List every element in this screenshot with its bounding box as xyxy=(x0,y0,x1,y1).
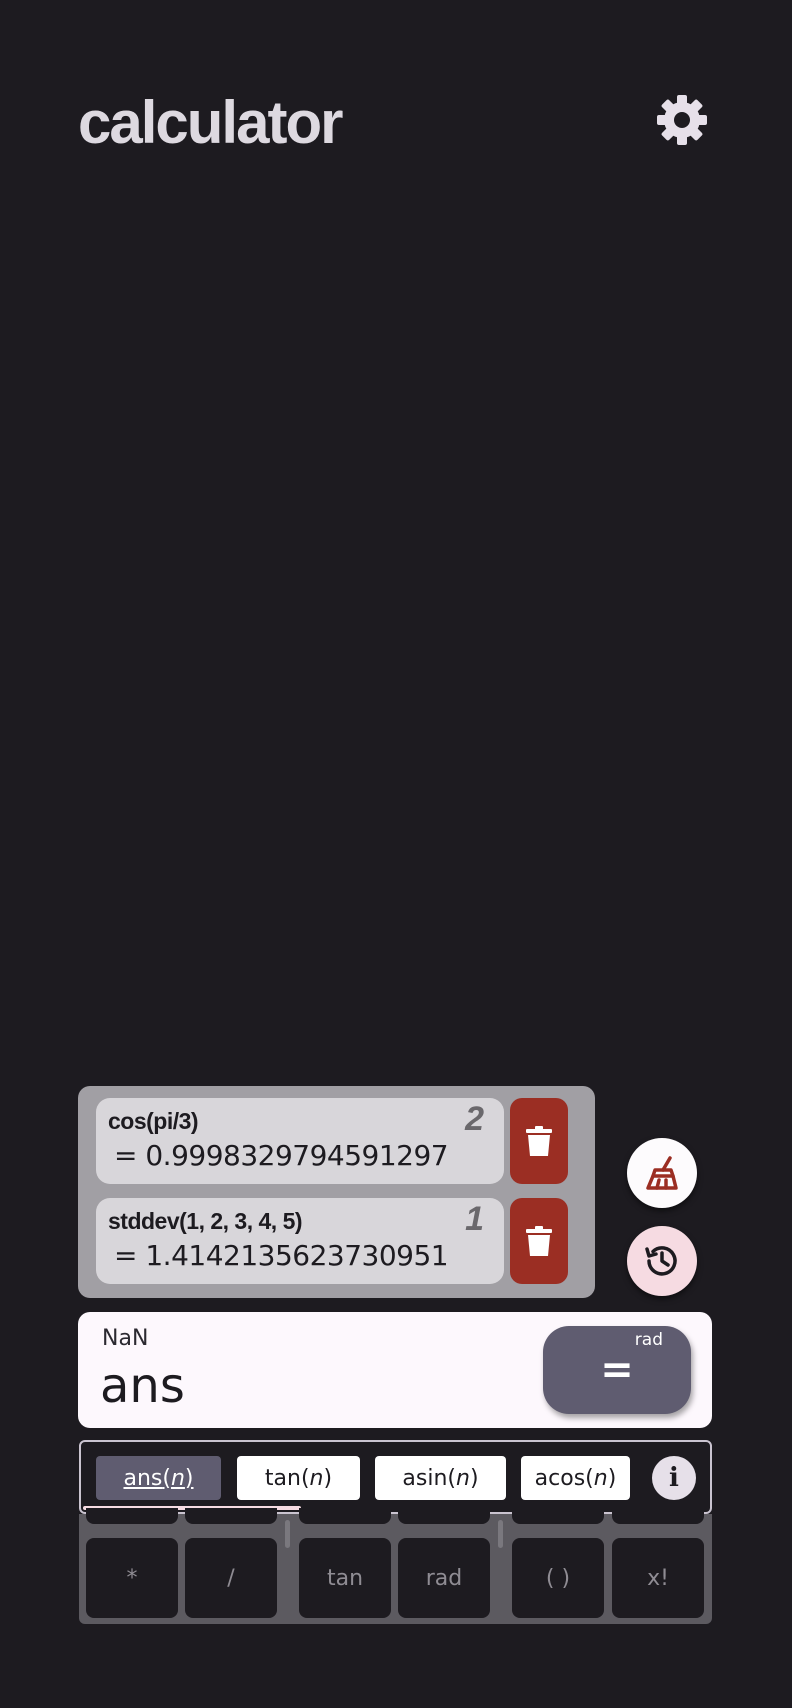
suggestion-arg: n xyxy=(170,1465,185,1491)
key-multiply[interactable]: * xyxy=(86,1538,178,1618)
suggestion-name: asin xyxy=(402,1465,448,1491)
key-rad[interactable]: rad xyxy=(398,1538,490,1618)
suggestion-name: ans xyxy=(123,1465,163,1491)
key-tan[interactable]: tan xyxy=(299,1538,391,1618)
keypad: * / tan rad ( ) x! xyxy=(79,1508,712,1624)
history-result: = 0.9998329794591297 xyxy=(114,1139,449,1172)
app-title: calculator xyxy=(78,89,343,156)
broom-icon xyxy=(646,1156,678,1190)
history-icon xyxy=(645,1246,677,1276)
info-icon: i xyxy=(669,1463,679,1493)
history-entry: stddev(1, 2, 3, 4, 5) = 1.41421356237309… xyxy=(96,1198,585,1284)
history-index: 1 xyxy=(465,1200,484,1238)
suggestion-arg: n xyxy=(456,1465,470,1491)
key-partial[interactable] xyxy=(512,1508,604,1524)
key-divide[interactable]: / xyxy=(185,1538,277,1618)
suggestion-arg: n xyxy=(309,1465,324,1491)
suggestion-chip-tan[interactable]: tan(n) xyxy=(237,1456,360,1500)
equals-button[interactable]: = rad xyxy=(543,1326,691,1414)
history-panel: cos(pi/3) = 0.9998329794591297 2 stddev(… xyxy=(78,1086,595,1298)
keypad-divider xyxy=(498,1520,503,1548)
key-parentheses[interactable]: ( ) xyxy=(512,1538,604,1618)
expression-input-card[interactable]: NaN ans = rad xyxy=(78,1312,712,1428)
history-expression: stddev(1, 2, 3, 4, 5) xyxy=(108,1208,303,1234)
clear-history-button[interactable] xyxy=(627,1138,697,1208)
trash-icon xyxy=(526,1126,552,1156)
angle-mode-indicator: rad xyxy=(634,1330,663,1350)
info-button[interactable]: i xyxy=(652,1456,696,1500)
suggestion-name: acos xyxy=(534,1465,586,1491)
delete-history-button[interactable] xyxy=(510,1198,568,1284)
gear-icon xyxy=(657,95,707,145)
key-partial[interactable] xyxy=(86,1508,178,1524)
function-suggestions: ans(n) tan(n) asin(n) acos(n) i xyxy=(79,1440,712,1514)
trash-icon xyxy=(526,1226,552,1256)
keypad-divider xyxy=(285,1520,290,1548)
history-button[interactable] xyxy=(627,1226,697,1296)
suggestion-chip-acos[interactable]: acos(n) xyxy=(521,1456,630,1500)
key-partial[interactable] xyxy=(612,1508,704,1524)
history-entry: cos(pi/3) = 0.9998329794591297 2 xyxy=(96,1098,585,1184)
settings-button[interactable] xyxy=(654,92,710,148)
result-preview: NaN xyxy=(102,1326,149,1351)
key-partial[interactable] xyxy=(398,1508,490,1524)
expression-input[interactable]: ans xyxy=(100,1358,185,1414)
key-partial[interactable] xyxy=(299,1508,391,1524)
history-result: = 1.4142135623730951 xyxy=(114,1239,449,1272)
key-partial[interactable] xyxy=(185,1508,277,1524)
suggestion-chip-asin[interactable]: asin(n) xyxy=(375,1456,506,1500)
equals-label: = xyxy=(600,1347,634,1393)
key-factorial[interactable]: x! xyxy=(612,1538,704,1618)
delete-history-button[interactable] xyxy=(510,1098,568,1184)
history-expression: cos(pi/3) xyxy=(108,1108,199,1134)
suggestion-arg: n xyxy=(593,1465,608,1491)
suggestion-chip-ans[interactable]: ans(n) xyxy=(96,1456,221,1500)
history-card[interactable]: cos(pi/3) = 0.9998329794591297 2 xyxy=(96,1098,504,1184)
history-index: 2 xyxy=(465,1100,484,1138)
suggestion-name: tan xyxy=(264,1465,301,1491)
history-card[interactable]: stddev(1, 2, 3, 4, 5) = 1.41421356237309… xyxy=(96,1198,504,1284)
